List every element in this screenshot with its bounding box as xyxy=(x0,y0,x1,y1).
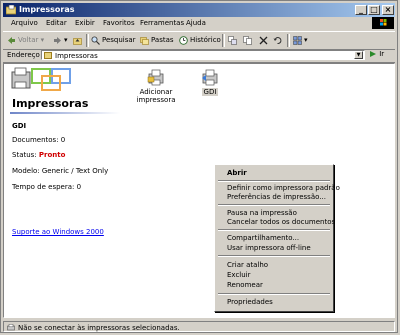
menu-separator xyxy=(218,293,330,295)
views-button[interactable]: ▾ xyxy=(293,35,308,46)
up-folder-icon xyxy=(73,37,82,45)
documents-count: Documentos: 0 xyxy=(12,136,66,144)
menu-item-pause[interactable]: Pausa na impressão xyxy=(227,209,297,217)
menu-exibir[interactable]: Exibir xyxy=(75,19,95,27)
menu-bar: Arquivo Editar Exibir Favoritos Ferramen… xyxy=(3,18,395,30)
history-button[interactable]: Histórico xyxy=(179,35,221,46)
selected-printer-name: GDI xyxy=(12,122,27,130)
delete-button[interactable] xyxy=(259,35,270,46)
address-label: Endereço xyxy=(7,51,40,59)
printer-icon xyxy=(202,69,218,86)
menu-item-rename[interactable]: Renomear xyxy=(227,281,263,289)
history-icon xyxy=(179,35,188,45)
menu-ferramentas[interactable]: Ferramentas xyxy=(140,19,184,27)
menu-editar[interactable]: Editar xyxy=(46,19,67,27)
move-to-icon xyxy=(228,35,237,45)
printer-folder-icon xyxy=(44,52,52,59)
search-button[interactable]: Pesquisar xyxy=(91,35,136,46)
toolbar-separator xyxy=(287,34,290,47)
address-dropdown-button[interactable]: ▼ xyxy=(354,51,363,59)
menu-item-offline[interactable]: Usar impressora off-line xyxy=(227,244,311,252)
menu-separator xyxy=(218,255,330,257)
menu-arquivo[interactable]: Arquivo xyxy=(11,19,38,27)
window-title: Impressoras xyxy=(19,5,75,14)
windows-logo xyxy=(372,17,394,29)
printer-status: Status: Pronto xyxy=(12,151,66,159)
printers-banner-icon xyxy=(11,67,71,91)
delete-icon xyxy=(259,36,268,44)
printer-model: Modelo: Generic / Text Only xyxy=(12,167,109,175)
address-bar: Endereço Impressoras ▼ Ir xyxy=(3,49,395,63)
address-value: Impressoras xyxy=(55,52,98,60)
explorer-window: Impressoras _ □ × Arquivo Editar Exibir … xyxy=(0,0,398,333)
menu-separator xyxy=(218,229,330,231)
add-printer-icon xyxy=(147,69,164,86)
minimize-button[interactable]: _ xyxy=(355,5,367,15)
pane-title: Impressoras xyxy=(12,97,89,110)
menu-separator xyxy=(218,180,330,182)
up-folder-button[interactable] xyxy=(73,35,84,46)
printer-folder-icon xyxy=(6,5,16,15)
toolbar-separator xyxy=(86,34,89,47)
forward-arrow-icon xyxy=(54,36,61,44)
toolbar-separator xyxy=(222,34,225,47)
menu-item-cancel-all[interactable]: Cancelar todos os documentos xyxy=(227,218,335,226)
undo-button[interactable] xyxy=(273,35,284,46)
wait-time: Tempo de espera: 0 xyxy=(12,183,82,191)
title-bar[interactable]: Impressoras _ □ × xyxy=(3,3,395,17)
menu-item-delete[interactable]: Excluir xyxy=(227,271,251,279)
status-panel: Não se conectar às impressoras seleciona… xyxy=(3,321,395,332)
pane-divider xyxy=(10,112,120,114)
menu-favoritos[interactable]: Favoritos xyxy=(103,19,135,27)
status-value: Pronto xyxy=(38,151,66,159)
undo-icon xyxy=(273,36,282,44)
menu-item-create-shortcut[interactable]: Criar atalho xyxy=(227,261,268,269)
copy-to-button[interactable] xyxy=(243,35,254,46)
address-field[interactable]: Impressoras ▼ xyxy=(41,50,365,60)
add-printer-item[interactable]: Adicionar impressora xyxy=(135,68,177,104)
search-icon xyxy=(91,36,100,45)
copy-to-icon xyxy=(243,35,252,45)
views-icon xyxy=(293,35,302,45)
menu-item-open[interactable]: Abrir xyxy=(227,169,247,177)
status-text: Não se conectar às impressoras seleciona… xyxy=(18,324,180,332)
menu-item-set-default[interactable]: Definir como impressora padrão xyxy=(227,184,340,192)
add-printer-label: Adicionar impressora xyxy=(136,88,176,104)
forward-button[interactable]: ▾ xyxy=(53,35,68,46)
menu-ajuda[interactable]: Ajuda xyxy=(186,19,206,27)
windows-support-link[interactable]: Suporte ao Windows 2000 xyxy=(12,228,104,236)
go-button[interactable]: Ir xyxy=(369,50,384,58)
menu-separator xyxy=(218,204,330,206)
context-menu: Abrir Definir como impressora padrão Pre… xyxy=(214,164,340,312)
printer-status-icon xyxy=(7,324,15,331)
gdi-printer-label: GDI xyxy=(201,88,219,96)
menu-item-properties[interactable]: Propriedades xyxy=(227,298,273,306)
folders-button[interactable]: Pastas xyxy=(140,35,174,46)
menu-item-preferences[interactable]: Preferências de impressão... xyxy=(227,193,326,201)
folder-content: Impressoras GDI Documentos: 0 Status: Pr… xyxy=(3,63,395,318)
close-button[interactable]: × xyxy=(382,5,394,15)
webview-pane: Impressoras GDI Documentos: 0 Status: Pr… xyxy=(4,64,124,317)
menu-item-sharing[interactable]: Compartilhamento... xyxy=(227,234,299,242)
back-arrow-icon xyxy=(8,36,15,44)
folders-icon xyxy=(140,36,149,45)
go-arrow-icon xyxy=(370,51,376,57)
gdi-printer-item[interactable]: GDI xyxy=(195,68,225,96)
maximize-button[interactable]: □ xyxy=(368,5,380,15)
status-bar: Não se conectar às impressoras seleciona… xyxy=(3,321,395,332)
back-button[interactable]: Voltar ▾ xyxy=(7,35,44,46)
move-to-button[interactable] xyxy=(228,35,239,46)
standard-toolbar: Voltar ▾ ▾ Pesquisar Pastas Histórico ▾ xyxy=(3,31,395,50)
